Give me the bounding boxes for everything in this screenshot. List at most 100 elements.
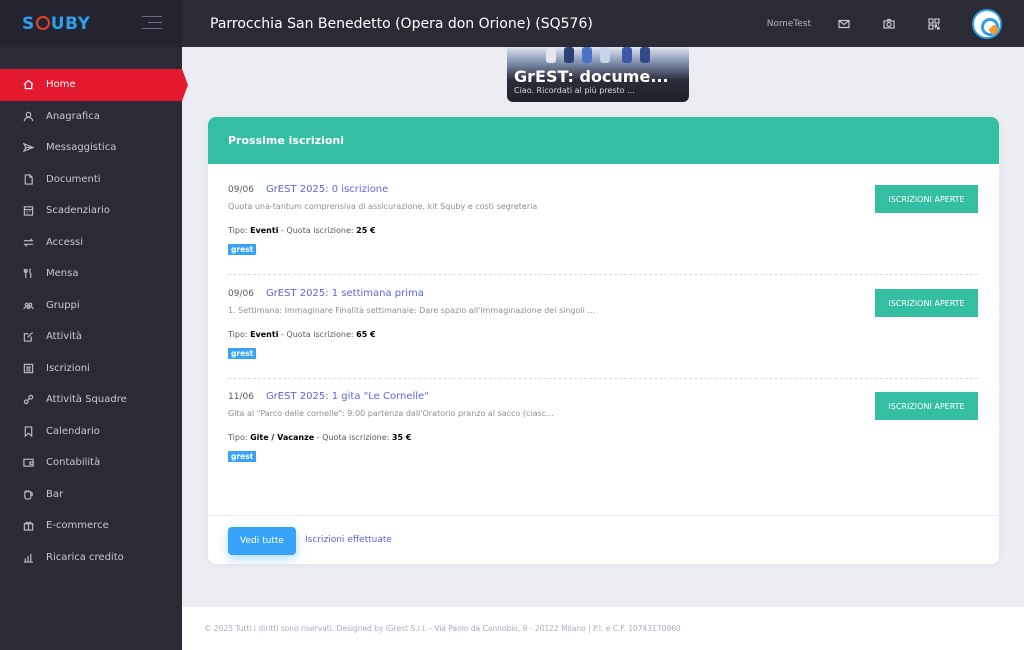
sidebar-item-label: Documenti — [46, 173, 101, 185]
sidebar-item-scadenziario[interactable]: Scadenziario — [0, 195, 182, 227]
type-value: Eventi — [250, 330, 279, 339]
send-icon — [22, 141, 35, 154]
banner-title: GrEST: docume... — [514, 67, 669, 86]
wallet-icon — [22, 456, 35, 469]
sidebar-item-label: Messaggistica — [46, 142, 117, 154]
bookmark-icon — [22, 425, 35, 438]
avatar[interactable] — [972, 8, 1002, 39]
fee-label: - Quota iscrizione: — [316, 433, 390, 442]
panel-title: Prossime iscrizioni — [208, 117, 999, 164]
copyright-text: © 2025 Tutti i diritti sono riservati. D… — [204, 624, 681, 633]
sidebar-item-calendario[interactable]: Calendario — [0, 416, 182, 448]
type-label: Tipo: — [228, 433, 248, 442]
gift-icon — [22, 519, 35, 532]
chart-icon — [22, 551, 35, 564]
registration-title-link[interactable]: GrEST 2025: 0 iscrizione — [266, 184, 388, 195]
sidebar-item-anagrafica[interactable]: Anagrafica — [0, 101, 182, 133]
registration-description: 1. Settimana: Immaginare Finalità settim… — [228, 306, 596, 315]
registration-description: Gita al "Parco delle cornelle": 9:00 par… — [228, 409, 554, 418]
sidebar-item-label: Scadenziario — [46, 205, 110, 217]
document-icon — [22, 173, 35, 186]
arrows-icon — [22, 236, 35, 249]
sidebar-item-label: Home — [46, 79, 76, 91]
registration-date: 09/06 — [228, 289, 254, 299]
cutlery-icon — [22, 267, 35, 280]
brand-bar: S UBY — [0, 0, 182, 47]
sidebar-item-label: Calendario — [46, 425, 100, 437]
fee-value: 25 € — [356, 226, 376, 235]
qr-code-icon[interactable] — [927, 17, 941, 31]
type-value: Gite / Vacanze — [250, 433, 315, 442]
type-value: Eventi — [250, 226, 279, 235]
sidebar-item-label: Attività — [46, 331, 83, 343]
registrations-open-button[interactable]: ISCRIZIONI APERTE — [875, 185, 978, 213]
list-icon — [22, 362, 35, 375]
squby-logo[interactable]: S UBY — [22, 14, 90, 34]
sidebar-item-bar[interactable]: Bar — [0, 479, 182, 511]
completed-registrations-link[interactable]: Iscrizioni effettuate — [305, 535, 392, 545]
registrations-open-button[interactable]: ISCRIZIONI APERTE — [875, 392, 978, 420]
sidebar-item-home[interactable]: Home — [0, 69, 188, 101]
sidebar-item-label: Mensa — [46, 268, 79, 280]
sidebar-item-label: Accessi — [46, 236, 84, 248]
registration-meta: Tipo: Eventi - Quota iscrizione: 65 € — [228, 330, 978, 339]
link-icon — [22, 393, 35, 406]
sidebar-item-mensa[interactable]: Mensa — [0, 258, 182, 290]
top-bar-actions: NomeTest — [767, 0, 1024, 47]
fee-value: 35 € — [391, 433, 412, 442]
cup-icon — [22, 488, 35, 501]
sidebar-item-label: Bar — [46, 488, 64, 500]
banner-illustration — [542, 47, 657, 65]
news-banner[interactable]: GrEST: docume... Ciao. Ricordati al più … — [507, 47, 689, 102]
home-icon — [22, 78, 35, 91]
edit-icon — [22, 330, 35, 343]
sidebar-item-gruppi[interactable]: Gruppi — [0, 290, 182, 322]
sidebar-item-label: Iscrizioni — [46, 362, 90, 374]
organization-name: Parrocchia San Benedetto (Opera don Orio… — [210, 15, 593, 32]
sidebar-item-label: Anagrafica — [46, 110, 100, 122]
registration-title-link[interactable]: GrEST 2025: 1 gita "Le Cornelle" — [266, 391, 429, 402]
sidebar-item-attivita-squadre[interactable]: Attività Squadre — [0, 384, 182, 416]
sidebar-item-attivita[interactable]: Attività — [0, 321, 182, 353]
panel-footer: Vedi tutte Iscrizioni effettuate — [208, 515, 999, 564]
sidebar-item-ecommerce[interactable]: E-commerce — [0, 510, 182, 542]
sidebar-item-accessi[interactable]: Accessi — [0, 227, 182, 259]
registration-meta: Tipo: Eventi - Quota iscrizione: 25 € — [228, 226, 978, 235]
registrations-open-button[interactable]: ISCRIZIONI APERTE — [875, 289, 978, 317]
registration-item: 11/06 GrEST 2025: 1 gita "Le Cornelle" G… — [228, 391, 978, 463]
sidebar-item-iscrizioni[interactable]: Iscrizioni — [0, 353, 182, 385]
sidebar: S UBY Home Anagrafica Messaggistica Docum… — [0, 0, 188, 650]
menu-toggle-icon[interactable] — [142, 16, 162, 34]
mail-icon[interactable] — [837, 17, 851, 31]
sidebar-item-label: Contabilità — [46, 457, 101, 469]
category-badge: grest — [228, 244, 257, 255]
fee-label: - Quota iscrizione: — [281, 330, 354, 339]
registration-description: Quota una-tantum comprensiva di assicura… — [228, 202, 538, 211]
username[interactable]: NomeTest — [767, 19, 811, 29]
divider — [228, 378, 978, 379]
page-footer: © 2025 Tutti i diritti sono riservati. D… — [182, 607, 1024, 650]
registration-item: 09/06 GrEST 2025: 1 settimana prima 1. S… — [228, 288, 978, 360]
sidebar-item-documenti[interactable]: Documenti — [0, 164, 182, 196]
category-badge: grest — [228, 348, 257, 359]
registration-meta: Tipo: Gite / Vacanze - Quota iscrizione:… — [228, 433, 978, 442]
view-all-button[interactable]: Vedi tutte — [228, 527, 296, 555]
user-icon — [22, 110, 35, 123]
fee-label: - Quota iscrizione: — [281, 226, 354, 235]
upcoming-registrations-panel: Prossime iscrizioni 09/06 GrEST 2025: 0 … — [208, 117, 999, 564]
sidebar-item-messaggistica[interactable]: Messaggistica — [0, 132, 182, 164]
fee-value: 65 € — [356, 330, 376, 339]
sidebar-item-ricarica-credito[interactable]: Ricarica credito — [0, 542, 182, 574]
registration-title-link[interactable]: GrEST 2025: 1 settimana prima — [266, 288, 424, 299]
category-badge: grest — [228, 451, 257, 462]
sidebar-item-label: Gruppi — [46, 299, 80, 311]
sidebar-item-label: E-commerce — [46, 520, 109, 532]
sidebar-item-contabilita[interactable]: Contabilità — [0, 447, 182, 479]
registration-date: 11/06 — [228, 392, 254, 402]
calendar-grid-icon — [22, 204, 35, 217]
type-label: Tipo: — [228, 226, 248, 235]
camera-icon[interactable] — [882, 17, 896, 31]
sidebar-item-label: Attività Squadre — [46, 394, 127, 406]
type-label: Tipo: — [228, 330, 248, 339]
sidebar-nav: Home Anagrafica Messaggistica Documenti … — [0, 69, 188, 574]
